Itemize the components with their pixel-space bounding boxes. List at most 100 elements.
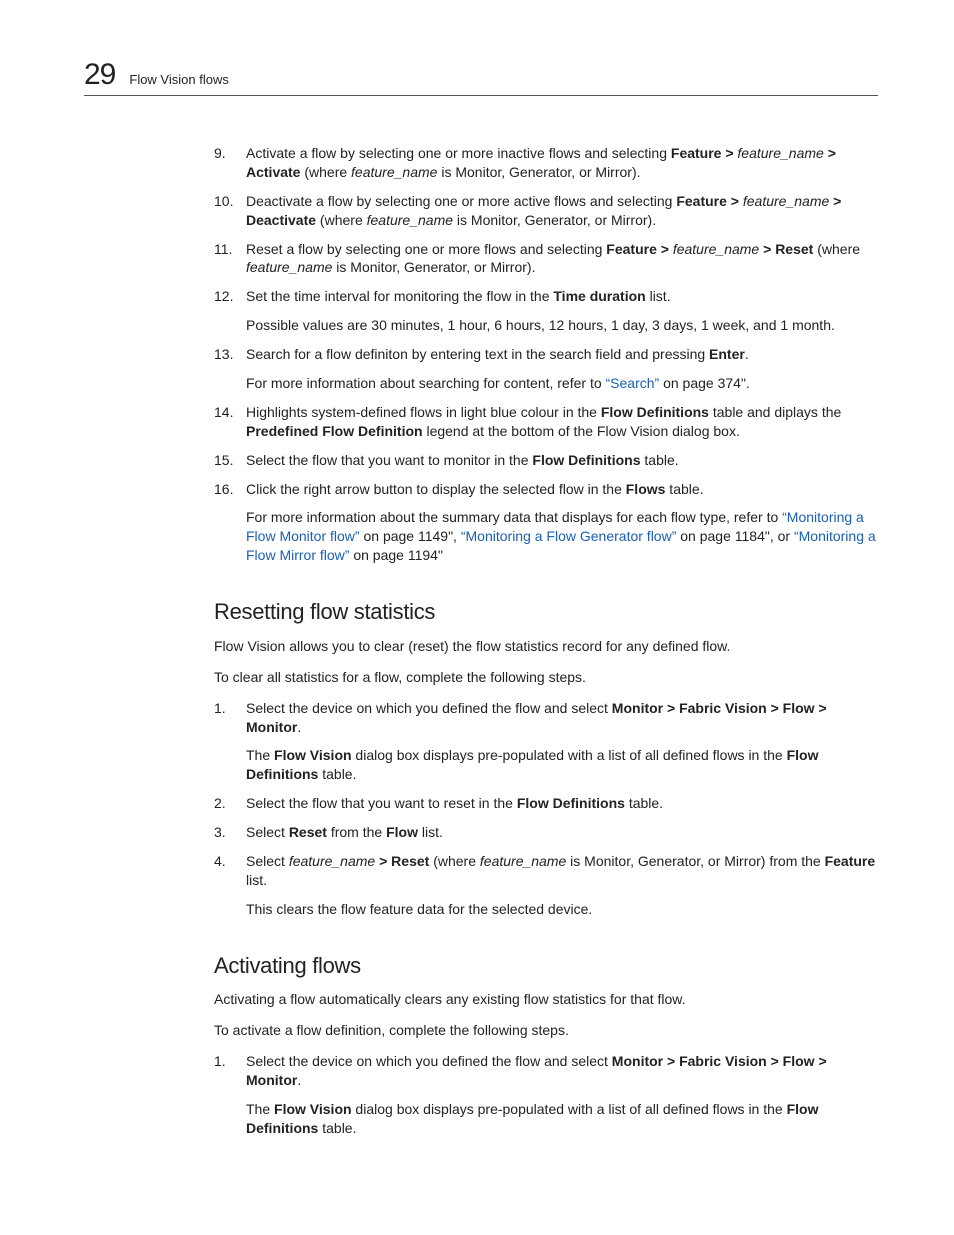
list-item: 10. Deactivate a flow by selecting one or… [214, 192, 878, 230]
list-item: 1.Select the device on which you defined… [214, 1052, 878, 1138]
text-run: For more information about the summary d… [246, 509, 782, 525]
text-run: > [824, 145, 836, 161]
text-run: Enter [709, 346, 745, 362]
list-item: 9.Activate a flow by selecting one or mo… [214, 144, 878, 182]
text-run: Select [246, 853, 289, 869]
page-number: 29 [84, 58, 115, 92]
text-run: (where [300, 164, 351, 180]
page-header: 29 Flow Vision flows [84, 58, 878, 96]
text-run: . [297, 1072, 301, 1088]
step-number: 10. [214, 192, 233, 211]
step-text: Activate a flow by selecting one or more… [246, 144, 878, 182]
text-run: on page 1184", or [676, 528, 794, 544]
list-item: 12. Set the time interval for monitoring … [214, 287, 878, 335]
step-text: Set the time interval for monitoring the… [246, 287, 878, 306]
step-list-top: 9.Activate a flow by selecting one or mo… [214, 144, 878, 565]
text-run: Flow Definitions [517, 795, 625, 811]
list-item: 13.Search for a flow definiton by enteri… [214, 345, 878, 393]
step-number: 14. [214, 403, 233, 422]
text-run: Predefined Flow Definition [246, 423, 423, 439]
text-run: list. [646, 288, 671, 304]
text-run: from the [327, 824, 386, 840]
text-run: Search for a flow definiton by entering … [246, 346, 709, 362]
text-run: (where [813, 241, 860, 257]
text-run: Feature [825, 853, 876, 869]
list-item: 3.Select Reset from the Flow list. [214, 823, 878, 842]
step-text: Deactivate a flow by selecting one or mo… [246, 192, 878, 230]
text-run: feature_name [351, 164, 437, 180]
step-number: 4. [214, 852, 226, 871]
step-text: Highlights system-defined flows in light… [246, 403, 878, 441]
text-run: Time duration [553, 288, 645, 304]
text-run: Set the time interval for monitoring the… [246, 288, 553, 304]
text-run: on page 1194" [349, 547, 442, 563]
text-run: Reset a flow by selecting one or more fl… [246, 241, 606, 257]
text-run: Feature > [676, 193, 743, 209]
page: 29 Flow Vision flows 9.Activate a flow b… [0, 0, 954, 1208]
text-run: Click the right arrow button to display … [246, 481, 626, 497]
step-list-activating: 1.Select the device on which you defined… [214, 1052, 878, 1138]
text-run: table. [665, 481, 703, 497]
cross-reference-link[interactable]: “Search” [606, 375, 660, 391]
text-run: Flow Vision [274, 747, 352, 763]
text-run: table. [641, 452, 679, 468]
text-run: list. [246, 872, 267, 888]
paragraph: To activate a flow definition, complete … [214, 1021, 878, 1040]
paragraph: Flow Vision allows you to clear (reset) … [214, 637, 878, 656]
text-run: Select the device on which you defined t… [246, 700, 612, 716]
text-run: The [246, 747, 274, 763]
step-text: Select the flow that you want to monitor… [246, 451, 878, 470]
step-extra-text: The Flow Vision dialog box displays pre-… [246, 746, 878, 784]
heading-resetting: Resetting flow statistics [214, 597, 878, 627]
text-run: feature_name [480, 853, 566, 869]
text-run: Flow Definitions [601, 404, 709, 420]
step-text: Select feature_name > Reset (where featu… [246, 852, 878, 890]
text-run: table. [318, 766, 356, 782]
text-run: Activate [246, 164, 300, 180]
paragraph: Activating a flow automatically clears a… [214, 990, 878, 1009]
text-run: table and diplays the [709, 404, 841, 420]
text-run: Flow Vision [274, 1101, 352, 1117]
step-extra-text: The Flow Vision dialog box displays pre-… [246, 1100, 878, 1138]
step-text: Search for a flow definiton by entering … [246, 345, 878, 364]
step-number: 11. [214, 240, 232, 259]
text-run: For more information about searching for… [246, 375, 606, 391]
text-run: This clears the flow feature data for th… [246, 901, 592, 917]
text-run: table. [625, 795, 663, 811]
text-run: feature_name [289, 853, 375, 869]
step-number: 2. [214, 794, 226, 813]
text-run: Flows [626, 481, 666, 497]
text-run: is Monitor, Generator, or Mirror). [332, 259, 535, 275]
text-run: > Reset [759, 241, 813, 257]
text-run: Reset [289, 824, 327, 840]
step-number: 12. [214, 287, 233, 306]
step-list-resetting: 1. Select the device on which you defined… [214, 699, 878, 919]
text-run: feature_name [673, 241, 759, 257]
list-item: 1. Select the device on which you defined… [214, 699, 878, 785]
text-run: (where [429, 853, 480, 869]
cross-reference-link[interactable]: “Monitoring a Flow Generator flow” [461, 528, 677, 544]
content-body: 9.Activate a flow by selecting one or mo… [214, 144, 878, 1138]
text-run: on page 1149", [360, 528, 461, 544]
text-run: Flow [386, 824, 418, 840]
paragraph: To clear all statistics for a flow, comp… [214, 668, 878, 687]
step-extra-text: Possible values are 30 minutes, 1 hour, … [246, 316, 878, 335]
step-text: Select Reset from the Flow list. [246, 823, 878, 842]
list-item: 16. Click the right arrow button to displ… [214, 480, 878, 566]
list-item: 15. Select the flow that you want to moni… [214, 451, 878, 470]
list-item: 14. Highlights system-defined flows in li… [214, 403, 878, 441]
text-run: dialog box displays pre-populated with a… [352, 747, 787, 763]
text-run: Feature > [606, 241, 673, 257]
text-run: (where [316, 212, 367, 228]
step-text: Select the device on which you defined t… [246, 699, 878, 737]
step-extra-text: For more information about searching for… [246, 374, 878, 393]
text-run: . [745, 346, 749, 362]
breadcrumb: Flow Vision flows [129, 72, 228, 87]
text-run: Deactivate a flow by selecting one or mo… [246, 193, 676, 209]
text-run: feature_name [743, 193, 829, 209]
step-number: 1. [214, 699, 226, 718]
step-number: 15. [214, 451, 233, 470]
text-run: is Monitor, Generator, or Mirror). [437, 164, 640, 180]
text-run: Activate a flow by selecting one or more… [246, 145, 671, 161]
step-number: 16. [214, 480, 233, 499]
